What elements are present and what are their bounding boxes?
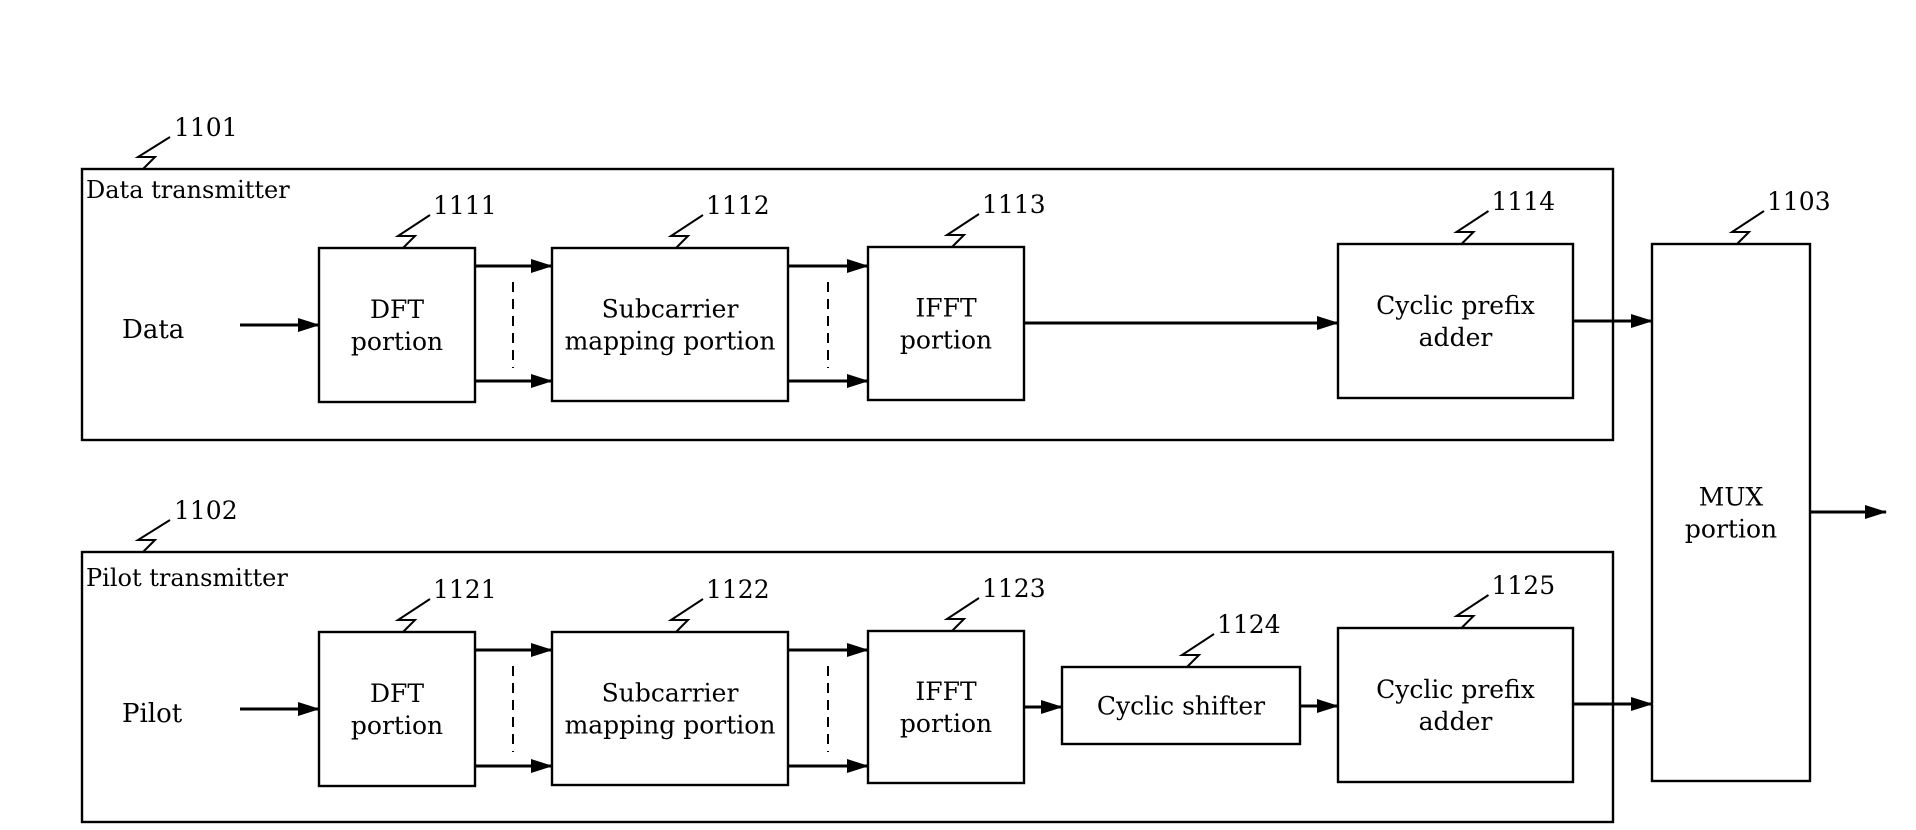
block-rect — [550, 246, 790, 403]
block-label: IFFT — [915, 294, 977, 323]
block-diagram: Data transmitter 1101 Data DFT portion 111… — [80, 113, 1887, 824]
mux-group: MUX portion 1103 — [1650, 187, 1831, 783]
block-rect — [866, 629, 1026, 785]
block-label: Cyclic prefix — [1376, 291, 1535, 320]
block-rect — [1336, 242, 1575, 400]
data-transmitter-ref-leader — [134, 136, 171, 170]
block-ref-number: 1114 — [1492, 187, 1556, 216]
data-transmitter-group: Data transmitter 1101 Data DFT portion 111… — [80, 113, 1615, 442]
block-label: portion — [1685, 515, 1777, 544]
cyclic-prefix-adder-block: Cyclic prefix adder 1125 — [1336, 571, 1575, 784]
pilot-transmitter-ref-leader — [134, 519, 171, 553]
ref-leader — [943, 213, 980, 248]
block-label: adder — [1419, 707, 1493, 736]
ref-leader — [943, 597, 980, 632]
block-label: portion — [351, 327, 443, 356]
block-label: IFFT — [915, 677, 977, 706]
pilot-transmitter-ref: 1102 — [174, 496, 238, 525]
block-ref-number: 1124 — [1217, 610, 1281, 639]
block-label: portion — [900, 709, 992, 738]
block-label: Cyclic shifter — [1097, 692, 1265, 721]
block-label: mapping portion — [565, 327, 776, 356]
pilot-input-label: Pilot — [122, 699, 183, 729]
ref-leader — [667, 598, 704, 633]
block-label: mapping portion — [565, 711, 776, 740]
ref-leader — [667, 214, 704, 249]
block-label: DFT — [370, 295, 424, 324]
block-ref-number: 1125 — [1492, 571, 1556, 600]
block-rect — [550, 630, 790, 787]
ref-leader — [394, 598, 431, 633]
cyclic-shifter-block: Cyclic shifter 1124 — [1060, 610, 1302, 746]
ref-leader — [394, 214, 431, 249]
block-label: Subcarrier — [602, 679, 739, 708]
block-ref-number: 1113 — [982, 190, 1046, 219]
block-label: DFT — [370, 679, 424, 708]
subcarrier-mapping-block: Subcarrier mapping portion 1122 — [550, 575, 790, 787]
block-label: Subcarrier — [602, 295, 739, 324]
block-label: MUX — [1699, 483, 1764, 512]
block-ref-number: 1111 — [433, 191, 497, 220]
block-label: adder — [1419, 323, 1493, 352]
block-rect — [1336, 626, 1575, 784]
mux-block: MUX portion 1103 — [1650, 187, 1831, 783]
ifft-block: IFFT portion 1123 — [866, 574, 1046, 785]
dft-block: DFT portion 1111 — [317, 191, 497, 404]
ref-leader — [1728, 210, 1765, 245]
block-ref-number: 1112 — [706, 191, 770, 220]
block-label: portion — [900, 326, 992, 355]
block-rect — [317, 246, 477, 404]
block-rect — [317, 630, 477, 788]
pilot-transmitter-group: Pilot transmitter 1102 Pilot DFT portion 1… — [80, 496, 1615, 824]
dft-block: DFT portion 1121 — [317, 575, 497, 788]
block-ref-number: 1103 — [1767, 187, 1831, 216]
block-rect — [866, 245, 1026, 402]
cyclic-prefix-adder-block: Cyclic prefix adder 1114 — [1336, 187, 1575, 400]
block-ref-number: 1123 — [982, 574, 1046, 603]
block-ref-number: 1121 — [433, 575, 497, 604]
block-rect — [1650, 242, 1812, 783]
subcarrier-mapping-block: Subcarrier mapping portion 1112 — [550, 191, 790, 403]
ifft-block: IFFT portion 1113 — [866, 190, 1046, 402]
ref-leader — [1453, 594, 1490, 629]
ref-leader — [1178, 633, 1215, 668]
data-transmitter-ref: 1101 — [174, 113, 238, 142]
pilot-row: DFT portion 1121 Subcarrier mapping portion 1… — [317, 571, 1575, 788]
data-input-label: Data — [122, 315, 184, 345]
data-transmitter-label: Data transmitter — [86, 176, 290, 204]
block-label: portion — [351, 711, 443, 740]
block-ref-number: 1122 — [706, 575, 770, 604]
data-row: DFT portion 1111 Subcarrier mapping portion 1… — [317, 187, 1575, 404]
block-label: Cyclic prefix — [1376, 675, 1535, 704]
ref-leader — [1453, 210, 1490, 245]
pilot-transmitter-label: Pilot transmitter — [86, 564, 288, 592]
